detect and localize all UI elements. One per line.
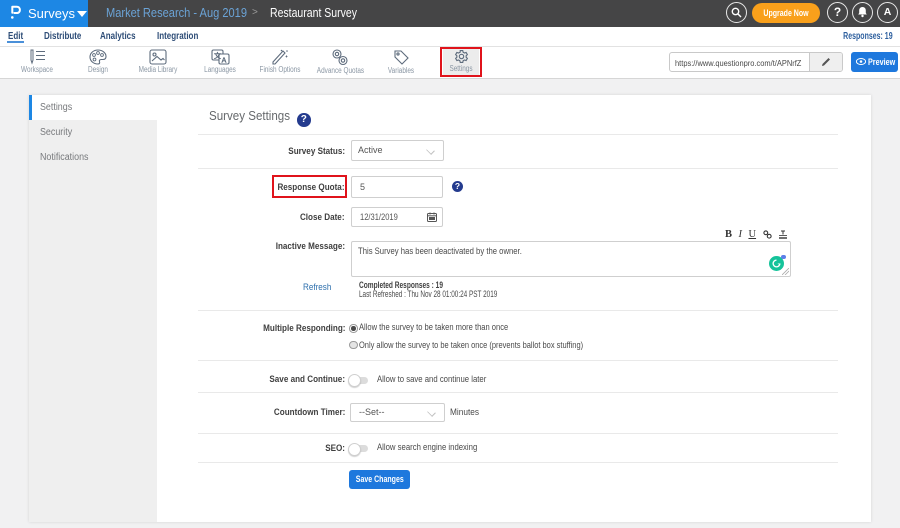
- svg-text:A: A: [221, 57, 226, 64]
- svg-text:文: 文: [214, 51, 221, 60]
